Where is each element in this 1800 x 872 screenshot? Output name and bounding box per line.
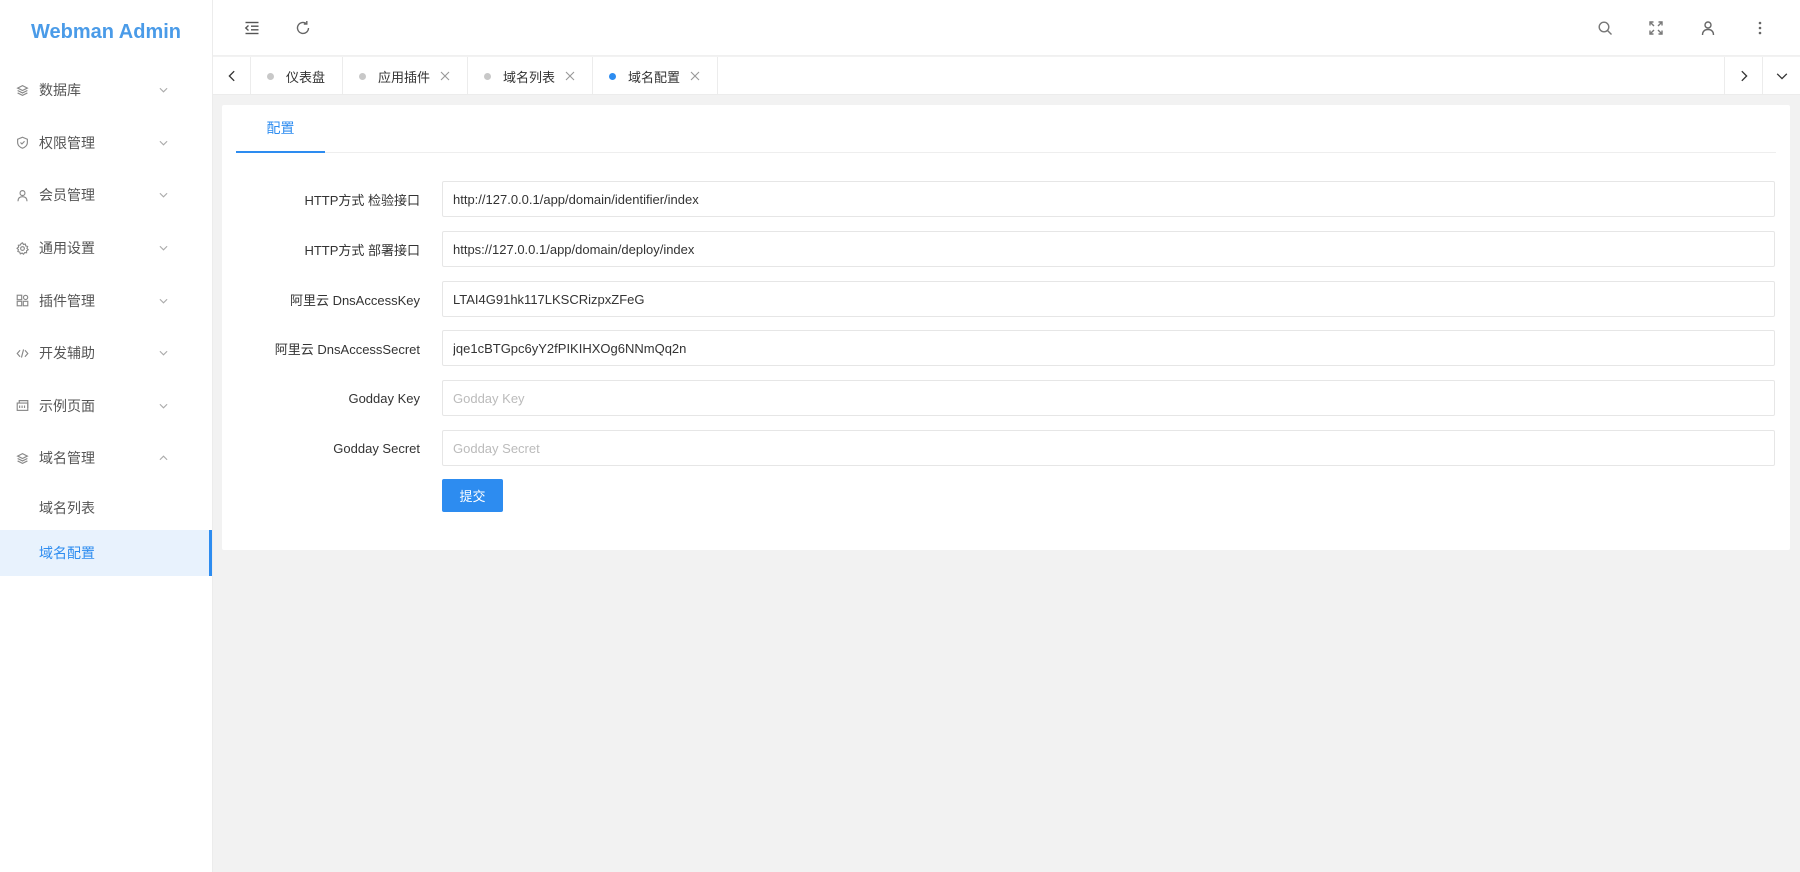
field-label: HTTP方式 部署接口 [304, 242, 420, 258]
chevron-down-icon [159, 296, 168, 305]
godday-secret-input[interactable] [442, 430, 1775, 466]
form-row-aliyun-secret: 阿里云 DnsAccessSecret [222, 330, 1790, 366]
gear-icon [15, 241, 29, 255]
fullscreen-icon[interactable] [1636, 0, 1676, 56]
tab-domain-list[interactable]: 域名列表 [468, 57, 594, 95]
http-identifier-input[interactable] [442, 181, 1775, 217]
sidebar-item-label: 数据库 [39, 82, 81, 99]
more-icon[interactable] [1740, 0, 1780, 56]
form-row-godday-key: Godday Key [222, 380, 1790, 416]
chevron-down-icon [159, 401, 168, 410]
field-label: Godday Secret [333, 440, 420, 456]
sidebar-item-label: 权限管理 [39, 134, 95, 151]
sidebar-item-label: 开发辅助 [39, 345, 95, 362]
app-logo[interactable]: Webman Admin [0, 0, 212, 64]
form-row-godday-secret: Godday Secret [222, 430, 1790, 466]
sidebar-item-examples[interactable]: 示例页面 [0, 380, 212, 433]
sidebar-item-settings[interactable]: 通用设置 [0, 222, 212, 275]
tab-label: 域名配置 [628, 69, 681, 85]
sidebar-item-label: 域名管理 [39, 450, 95, 467]
sidebar-item-members[interactable]: 会员管理 [0, 169, 212, 222]
chevron-down-icon [159, 86, 168, 95]
sidebar-item-label: 通用设置 [39, 240, 95, 257]
chevron-left-icon[interactable] [213, 57, 251, 95]
chevron-down-icon [159, 138, 168, 147]
top-header [213, 0, 1800, 56]
plugin-icon [15, 294, 29, 308]
shield-icon [15, 136, 29, 150]
submit-button[interactable]: 提交 [442, 479, 503, 512]
page-tabs-bar: 仪表盘 应用插件 域名列表 域名配置 [213, 57, 1800, 95]
form-row-http-identifier: HTTP方式 检验接口 [222, 181, 1790, 217]
sidebar-item-database[interactable]: 数据库 [0, 64, 212, 117]
close-icon[interactable] [690, 71, 700, 81]
tab-domain-config[interactable]: 域名配置 [593, 57, 719, 95]
close-icon[interactable] [565, 71, 575, 81]
sidebar-item-label: 会员管理 [39, 187, 95, 204]
field-label: 阿里云 DnsAccessKey [289, 292, 420, 308]
aliyun-access-secret-input[interactable] [442, 330, 1775, 366]
tab-dot [609, 72, 617, 80]
tab-label: 仪表盘 [286, 69, 326, 85]
tab-label: 域名列表 [503, 69, 556, 85]
field-label: Godday Key [348, 390, 420, 406]
tab-app-plugins[interactable]: 应用插件 [343, 57, 469, 95]
user-icon[interactable] [1688, 0, 1728, 56]
tab-dot [359, 72, 367, 80]
chevron-down-icon[interactable] [1762, 57, 1800, 95]
search-icon[interactable] [1585, 0, 1625, 56]
form-row-http-deploy: HTTP方式 部署接口 [222, 231, 1790, 267]
close-icon[interactable] [440, 71, 450, 81]
sidebar-menu: 数据库 权限管理 会员管理 通用设置 插件管理 开发辅助 示例页面 域名管理 域… [0, 64, 212, 576]
aliyun-access-key-input[interactable] [442, 281, 1775, 317]
config-card: 配置 HTTP方式 检验接口 HTTP方式 部署接口 阿里云 DnsAccess… [222, 105, 1790, 550]
chevron-down-icon [159, 349, 168, 358]
sidebar: Webman Admin 数据库 权限管理 会员管理 通用设置 插件管理 开发辅… [0, 0, 213, 872]
http-deploy-input[interactable] [442, 231, 1775, 267]
chevron-right-icon[interactable] [1724, 57, 1762, 95]
field-label: HTTP方式 检验接口 [304, 192, 420, 208]
refresh-icon[interactable] [283, 0, 323, 56]
chevron-up-icon [159, 454, 168, 463]
tab-config[interactable]: 配置 [236, 105, 325, 153]
user-icon [15, 188, 29, 202]
template-icon [15, 399, 29, 413]
field-label: 阿里云 DnsAccessSecret [274, 341, 420, 357]
sidebar-item-devtools[interactable]: 开发辅助 [0, 327, 212, 380]
form-row-aliyun-key: 阿里云 DnsAccessKey [222, 281, 1790, 317]
sidebar-item-plugins[interactable]: 插件管理 [0, 274, 212, 327]
card-tabs: 配置 [236, 105, 1776, 153]
sidebar-item-domains[interactable]: 域名管理 [0, 432, 212, 485]
layers-icon [15, 451, 29, 465]
chevron-down-icon [159, 191, 168, 200]
sidebar-subitem-domain-list[interactable]: 域名列表 [0, 485, 212, 531]
menu-fold-icon[interactable] [232, 0, 272, 56]
chevron-down-icon [159, 244, 168, 253]
godday-key-input[interactable] [442, 380, 1775, 416]
page-tabs: 仪表盘 应用插件 域名列表 域名配置 [251, 57, 719, 95]
tab-label: 应用插件 [378, 69, 431, 85]
sidebar-item-label: 示例页面 [39, 397, 95, 414]
tab-dot [267, 72, 274, 80]
code-icon [15, 346, 29, 360]
sidebar-item-permission[interactable]: 权限管理 [0, 117, 212, 170]
sidebar-item-label: 插件管理 [39, 292, 95, 309]
sidebar-subitem-domain-config[interactable]: 域名配置 [0, 530, 212, 576]
tab-dashboard[interactable]: 仪表盘 [251, 57, 344, 95]
tab-dot [484, 72, 492, 80]
layers-icon [15, 83, 29, 97]
